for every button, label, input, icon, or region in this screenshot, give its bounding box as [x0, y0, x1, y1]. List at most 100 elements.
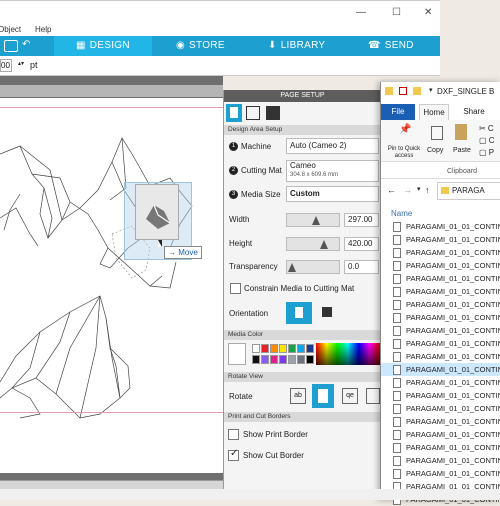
minimize-button[interactable]: —: [356, 7, 366, 18]
tab-store[interactable]: ◉ STORE: [174, 36, 254, 56]
address-input[interactable]: PARAGA: [437, 182, 500, 200]
maximize-button[interactable]: ☐: [392, 7, 401, 18]
color-swatch[interactable]: [279, 344, 287, 353]
width-input[interactable]: 297.00: [344, 213, 379, 227]
color-swatch[interactable]: [297, 355, 305, 364]
cutting-mat-select[interactable]: Cameo 304.8 x 609.6 mm: [286, 160, 379, 182]
page-setup-tab-icon[interactable]: [226, 104, 242, 122]
tab-file[interactable]: File: [381, 104, 415, 120]
rotate-0-button[interactable]: ab: [290, 388, 306, 404]
cutting-mat[interactable]: → Move: [0, 98, 223, 473]
color-swatch[interactable]: [261, 355, 269, 364]
close-button[interactable]: ✕: [424, 7, 432, 18]
file-row[interactable]: PARAGAMI_01_01_CONTINU: [381, 285, 500, 298]
dxf-file-icon: [393, 365, 401, 375]
send-icon: ☎: [368, 40, 381, 51]
constrain-checkbox[interactable]: [230, 283, 241, 294]
transparency-label: Transparency: [229, 262, 278, 271]
machine-select[interactable]: Auto (Cameo 2): [286, 138, 379, 154]
file-row[interactable]: PARAGAMI_01_01_CONTINU: [381, 402, 500, 415]
file-row[interactable]: PARAGAMI_01_01_CONTINU: [381, 350, 500, 363]
file-row[interactable]: PARAGAMI_01_01_CONTINU: [381, 298, 500, 311]
file-row[interactable]: PARAGAMI_01_01_CONTINU: [381, 363, 500, 376]
color-spectrum[interactable]: [316, 343, 380, 365]
rotate-90-button[interactable]: [312, 384, 334, 408]
back-icon[interactable]: ←: [387, 185, 396, 195]
color-swatch[interactable]: [279, 355, 287, 364]
tab-library[interactable]: ⬇ LIBRARY: [268, 36, 348, 56]
menu-help[interactable]: Help: [35, 25, 51, 34]
stepper-icon[interactable]: ▴▾: [18, 60, 24, 67]
color-swatch[interactable]: [306, 355, 314, 364]
undo-icon[interactable]: ↶: [22, 39, 30, 50]
tab-home[interactable]: Home: [419, 104, 449, 120]
file-row[interactable]: PARAGAMI_01_01_CONTINU: [381, 389, 500, 402]
file-row[interactable]: PARAGAMI_01_01_CONTINU: [381, 233, 500, 246]
file-row[interactable]: PARAGAMI_01_01_CONTINU: [381, 272, 500, 285]
file-row[interactable]: PARAGAMI_01_01_CONTINU: [381, 441, 500, 454]
file-name: PARAGAMI_01_01_CONTINU: [406, 339, 500, 348]
tab-send[interactable]: ☎ SEND: [368, 36, 440, 56]
forward-icon[interactable]: →: [403, 185, 412, 195]
file-row[interactable]: PARAGAMI_01_01_CONTINU: [381, 220, 500, 233]
shape-icon[interactable]: [4, 40, 18, 52]
transparency-slider[interactable]: [286, 260, 340, 274]
color-swatch[interactable]: [261, 344, 269, 353]
file-row[interactable]: PARAGAMI_01_01_CONTINU: [381, 467, 500, 480]
transparency-input[interactable]: 0.0: [344, 260, 379, 274]
tab-share[interactable]: Share: [457, 104, 491, 120]
font-size-input[interactable]: 00: [0, 59, 12, 72]
menu-object[interactable]: Object: [0, 25, 21, 34]
color-swatch[interactable]: [288, 344, 296, 353]
dxf-file-icon: [393, 443, 401, 453]
move-arrow-icon: →: [168, 248, 179, 257]
tab-design[interactable]: ▦ DESIGN: [54, 36, 152, 56]
copy-button[interactable]: Copy: [427, 147, 443, 154]
show-print-border-checkbox[interactable]: [228, 429, 239, 440]
file-row[interactable]: PARAGAMI_01_01_CONTINU: [381, 428, 500, 441]
paste-button[interactable]: Paste: [453, 147, 471, 154]
file-row[interactable]: PARAGAMI_01_01_CONTINU: [381, 376, 500, 389]
color-swatch[interactable]: [306, 344, 314, 353]
qat-dropdown-icon[interactable]: ▾: [429, 86, 433, 94]
file-name: PARAGAMI_01_01_CONTINU: [406, 378, 500, 387]
rotate-180-button[interactable]: qe: [342, 388, 358, 404]
file-row[interactable]: PARAGAMI_01_01_CONTINU: [381, 415, 500, 428]
pin-quick-access-button[interactable]: Pin to Quick access: [385, 146, 423, 160]
color-swatch[interactable]: [252, 344, 260, 353]
up-icon[interactable]: ↑: [425, 185, 430, 195]
canvas-area[interactable]: → Move: [0, 76, 223, 500]
width-slider[interactable]: [286, 213, 340, 227]
copy-path-icon[interactable]: ▢ C: [479, 136, 495, 145]
color-swatch[interactable]: [270, 344, 278, 353]
registration-tab-icon[interactable]: [246, 106, 260, 120]
file-row[interactable]: PARAGAMI_01_01_CONTINU: [381, 259, 500, 272]
paste-shortcut-icon[interactable]: ▢ P: [479, 148, 494, 157]
design-shapes[interactable]: [0, 98, 223, 473]
color-swatch[interactable]: [252, 355, 260, 364]
file-row[interactable]: PARAGAMI_01_01_CONTINU: [381, 311, 500, 324]
portrait-button[interactable]: [286, 302, 312, 324]
print-tab-icon[interactable]: [266, 106, 280, 120]
show-cut-border-checkbox[interactable]: [228, 448, 239, 461]
properties-icon[interactable]: [399, 87, 407, 95]
cut-icon[interactable]: ✂ C: [479, 124, 494, 133]
file-row[interactable]: PARAGAMI_01_01_CONTINU: [381, 324, 500, 337]
current-color-swatch[interactable]: [228, 343, 246, 365]
landscape-button[interactable]: [322, 307, 332, 317]
media-size-select[interactable]: Custom: [286, 186, 379, 202]
height-input[interactable]: 420.00: [344, 237, 379, 251]
file-row[interactable]: PARAGAMI_01_01_CONTINU: [381, 246, 500, 259]
color-swatch[interactable]: [288, 355, 296, 364]
top-ruler: [0, 85, 223, 97]
file-name: PARAGAMI_01_01_CONTINU: [406, 313, 500, 322]
file-row[interactable]: PARAGAMI_01_01_CONTINU: [381, 454, 500, 467]
recent-dropdown-icon[interactable]: ▾: [417, 185, 421, 193]
color-swatch[interactable]: [270, 355, 278, 364]
rotate-270-button[interactable]: [366, 388, 380, 404]
height-slider[interactable]: [286, 237, 340, 251]
name-column-header[interactable]: Name: [391, 209, 412, 218]
new-folder-icon[interactable]: [413, 87, 421, 95]
color-swatch[interactable]: [297, 344, 305, 353]
file-row[interactable]: PARAGAMI_01_01_CONTINU: [381, 337, 500, 350]
